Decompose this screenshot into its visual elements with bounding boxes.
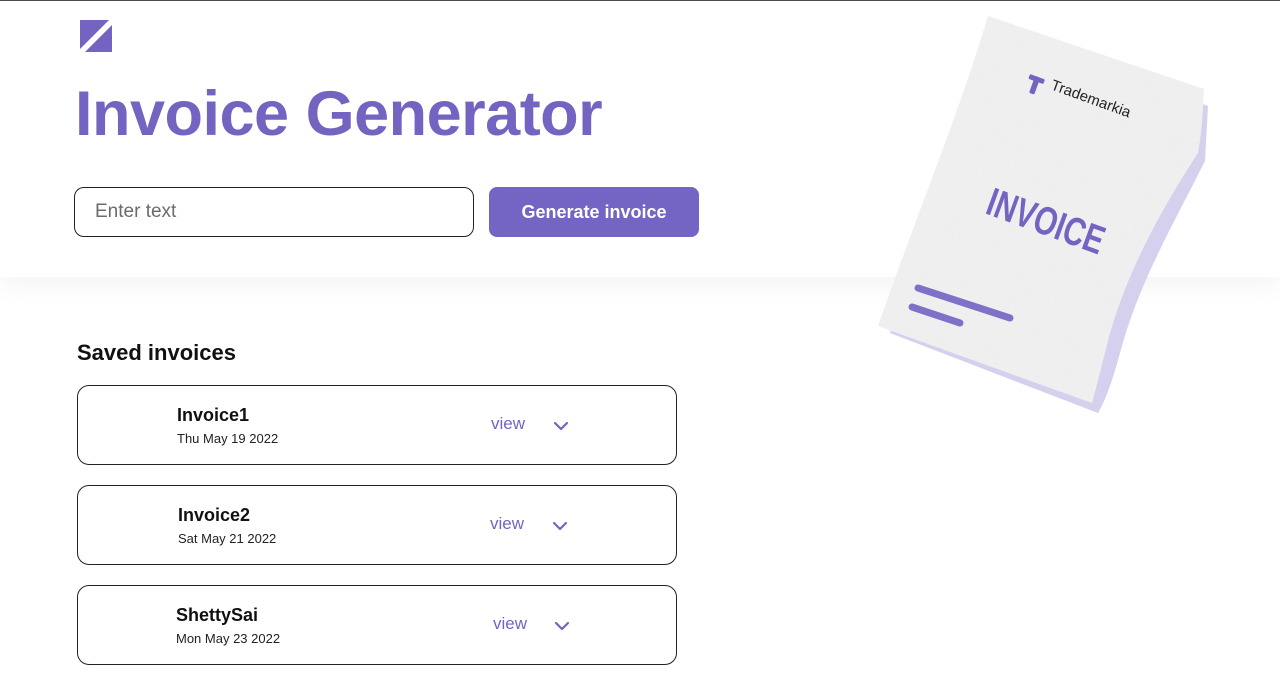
page: Invoice Generator Generate invoice Saved… — [0, 0, 1280, 690]
invoice-name: Invoice2 — [178, 505, 251, 525]
chevron-down-icon[interactable] — [552, 417, 570, 435]
page-title: Invoice Generator — [75, 79, 603, 149]
invoice-card: Invoice1 Thu May 19 2022 view — [77, 385, 677, 465]
invoice-date: Sat May 21 2022 — [178, 531, 277, 546]
view-link[interactable]: view — [491, 414, 525, 434]
text-input[interactable] — [74, 187, 474, 237]
invoice-name: Invoice1 — [177, 405, 250, 425]
view-link[interactable]: view — [493, 614, 527, 634]
invoice-date: Mon May 23 2022 — [176, 631, 281, 646]
app-logo-icon — [80, 20, 112, 52]
generate-invoice-button[interactable]: Generate invoice — [489, 187, 699, 237]
invoice-card: ShettySai Mon May 23 2022 view — [77, 585, 677, 665]
view-link[interactable]: view — [490, 514, 524, 534]
invoice-name: ShettySai — [176, 605, 259, 625]
invoice-illustration: Trademarkia INVOICE — [878, 16, 1208, 413]
chevron-down-icon[interactable] — [551, 517, 569, 535]
saved-invoices-heading: Saved invoices — [77, 340, 236, 365]
invoice-date: Thu May 19 2022 — [177, 431, 279, 446]
invoice-card: Invoice2 Sat May 21 2022 view — [77, 485, 677, 565]
chevron-down-icon[interactable] — [553, 617, 571, 635]
